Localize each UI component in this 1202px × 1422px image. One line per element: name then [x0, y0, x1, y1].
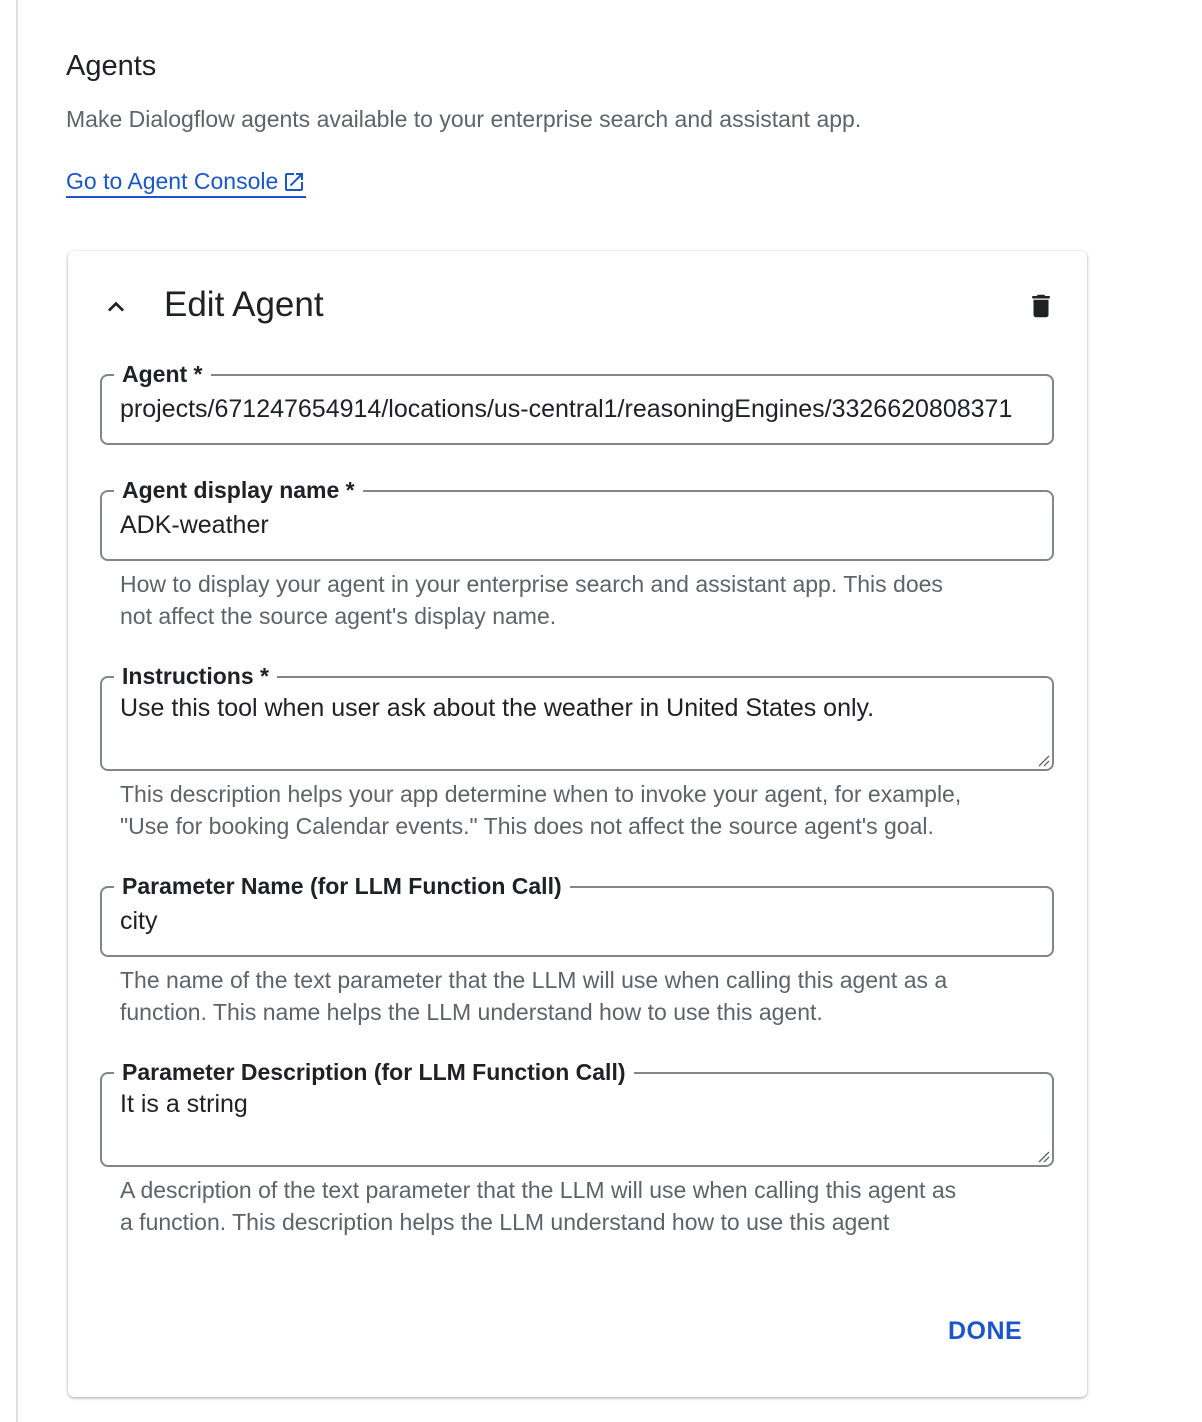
- left-divider: [16, 0, 18, 1422]
- display-name-field-value[interactable]: ADK-weather: [120, 509, 1044, 541]
- parameter-description-field-value[interactable]: It is a string: [120, 1088, 1044, 1120]
- instructions-field[interactable]: Instructions * Use this tool when user a…: [100, 661, 1054, 771]
- parameter-name-hint-line2: function. This name helps the LLM unders…: [120, 999, 823, 1025]
- display-name-hint-line2: not affect the source agent's display na…: [120, 603, 557, 629]
- display-name-field-label: Agent display name *: [114, 475, 363, 505]
- instructions-hint-line2: "Use for booking Calendar events." This …: [120, 813, 934, 839]
- delete-agent-button[interactable]: [1023, 288, 1059, 324]
- done-button[interactable]: DONE: [928, 1313, 1042, 1350]
- display-name-field[interactable]: Agent display name * ADK-weather: [100, 475, 1054, 561]
- external-link-icon: [285, 172, 304, 191]
- parameter-description-field[interactable]: Parameter Description (for LLM Function …: [100, 1057, 1054, 1167]
- parameter-description-hint: A description of the text parameter that…: [120, 1174, 1020, 1238]
- parameter-description-hint-line1: A description of the text parameter that…: [120, 1177, 957, 1203]
- agent-field-value[interactable]: projects/671247654914/locations/us-centr…: [120, 393, 1044, 425]
- instructions-hint-line1: This description helps your app determin…: [120, 781, 962, 807]
- resize-handle-icon[interactable]: [1034, 1147, 1050, 1163]
- parameter-name-hint-line1: The name of the text parameter that the …: [120, 967, 948, 993]
- agent-console-link-label: Go to Agent Console: [66, 168, 279, 194]
- parameter-description-field-label: Parameter Description (for LLM Function …: [114, 1057, 634, 1087]
- instructions-field-label: Instructions *: [114, 661, 277, 691]
- collapse-button[interactable]: [98, 289, 134, 325]
- agent-console-link[interactable]: Go to Agent Console: [66, 168, 307, 198]
- trash-icon: [1032, 294, 1050, 318]
- section-title: Agents: [66, 50, 157, 82]
- parameter-name-field[interactable]: Parameter Name (for LLM Function Call) c…: [100, 871, 1054, 957]
- instructions-field-value[interactable]: Use this tool when user ask about the we…: [120, 692, 1044, 724]
- display-name-hint-line1: How to display your agent in your enterp…: [120, 571, 943, 597]
- parameter-name-field-label: Parameter Name (for LLM Function Call): [114, 871, 570, 901]
- display-name-hint: How to display your agent in your enterp…: [120, 568, 1020, 632]
- parameter-name-hint: The name of the text parameter that the …: [120, 964, 1020, 1028]
- card-title: Edit Agent: [164, 285, 324, 324]
- instructions-hint: This description helps your app determin…: [120, 778, 1020, 842]
- agent-field[interactable]: Agent * projects/671247654914/locations/…: [100, 359, 1054, 445]
- parameter-description-hint-line2: a function. This description helps the L…: [120, 1209, 890, 1235]
- section-description: Make Dialogflow agents available to your…: [66, 106, 862, 132]
- resize-handle-icon[interactable]: [1034, 751, 1050, 767]
- agent-field-label: Agent *: [114, 359, 211, 389]
- chevron-up-icon: [108, 301, 124, 312]
- edit-agent-card: Edit Agent Agent * projects/671247654914…: [68, 251, 1087, 1397]
- parameter-name-field-value[interactable]: city: [120, 905, 1044, 937]
